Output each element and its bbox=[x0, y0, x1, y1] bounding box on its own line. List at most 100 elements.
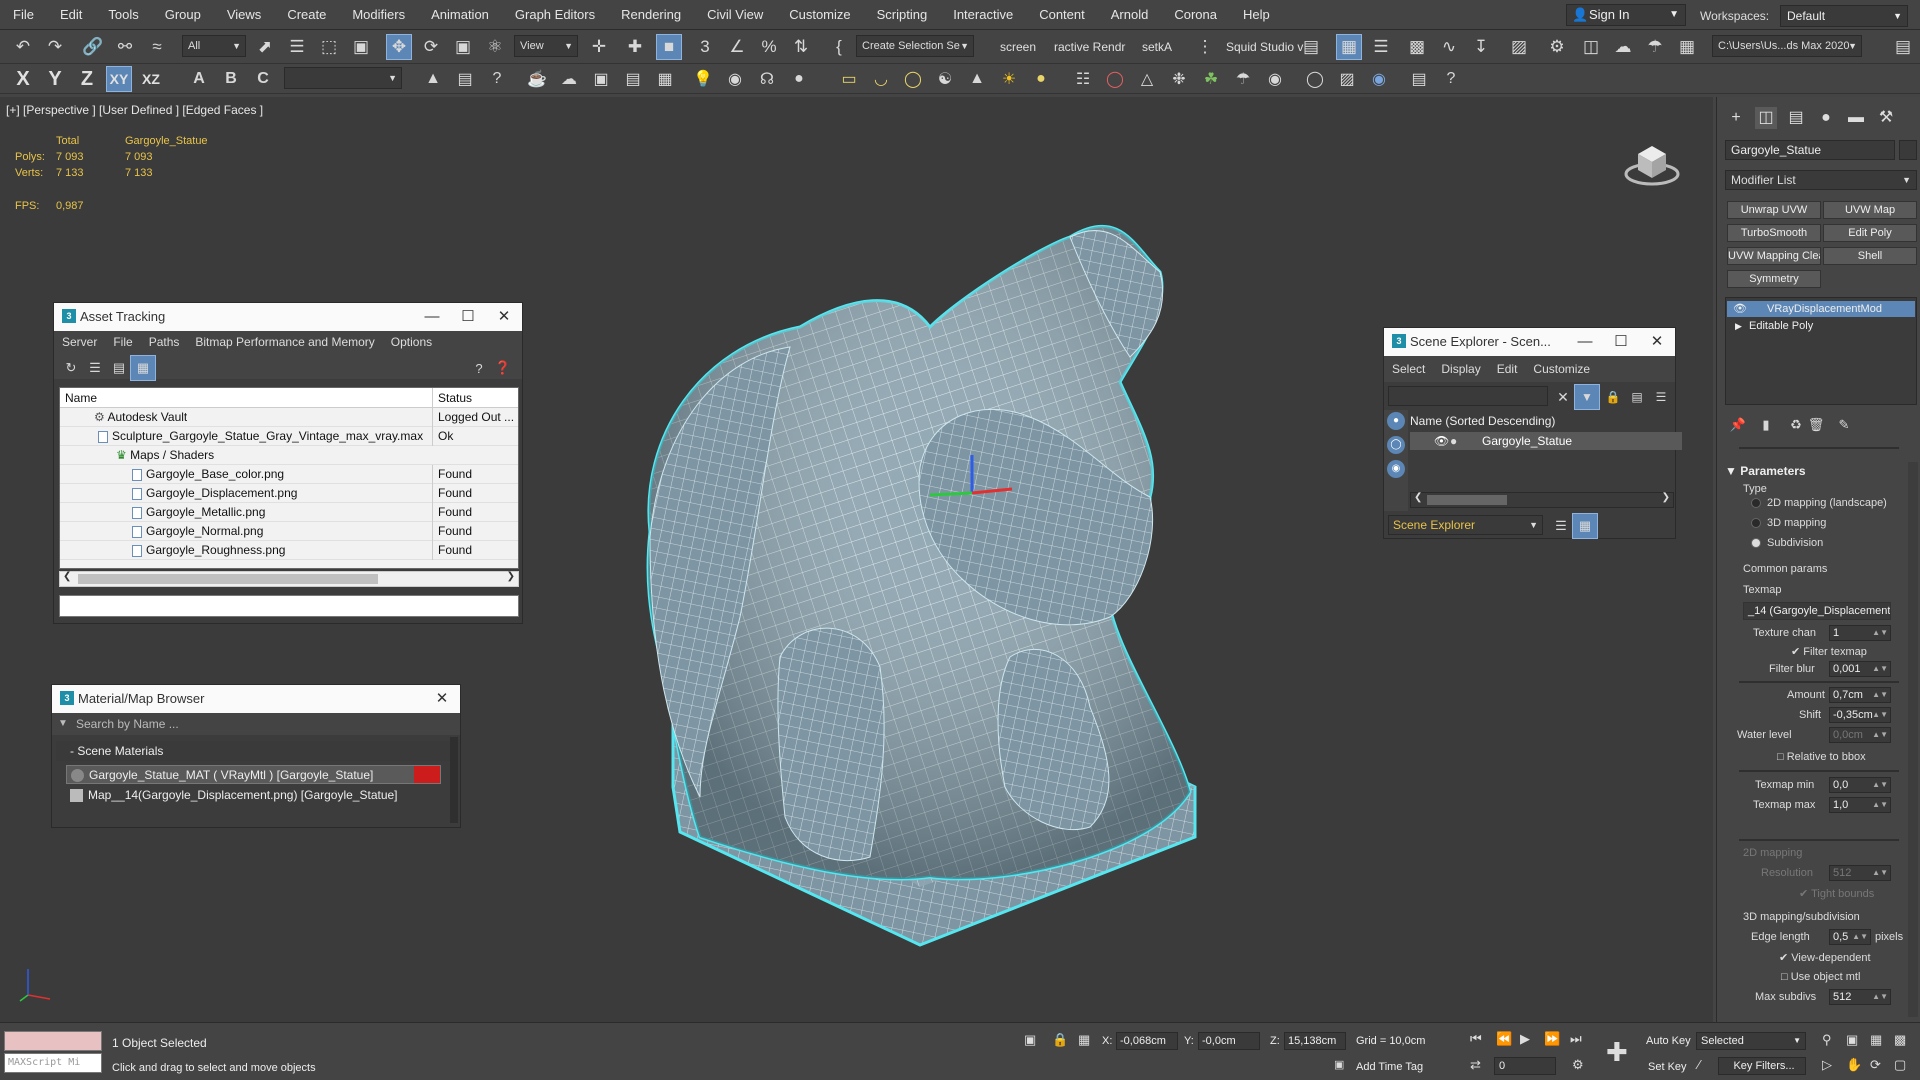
render-production-icon[interactable]: ☂ bbox=[1642, 34, 1668, 60]
squid-studio-icon[interactable]: ⋮ bbox=[1192, 34, 1218, 60]
grid-view-icon[interactable]: ▦ bbox=[130, 355, 156, 381]
screen-button[interactable]: screen bbox=[1000, 40, 1036, 54]
table-row[interactable]: Gargoyle_Displacement.png Found bbox=[60, 484, 518, 503]
radio-subdivision[interactable] bbox=[1751, 538, 1761, 548]
layers-icon[interactable]: ☰ bbox=[1368, 34, 1394, 60]
help-icon[interactable]: ? bbox=[466, 355, 492, 381]
squid-studio-button[interactable]: Squid Studio v bbox=[1226, 40, 1303, 54]
texmap-button[interactable]: _14 (Gargoyle_Displacement. bbox=[1743, 602, 1891, 620]
brush-preset-dropdown[interactable]: ▼ bbox=[284, 67, 402, 89]
add-time-tag-button[interactable]: Add Time Tag bbox=[1356, 1061, 1423, 1073]
scene-explorer-name-header[interactable]: Name (Sorted Descending) bbox=[1410, 412, 1682, 430]
scene-materials-section[interactable]: - Scene Materials bbox=[56, 741, 450, 761]
maxscript-listener-input[interactable] bbox=[4, 1031, 102, 1051]
menu-edit[interactable]: Edit bbox=[47, 0, 95, 30]
set-project-icon[interactable]: ▤ bbox=[1890, 34, 1916, 60]
rect-selection-icon[interactable]: ⬚ bbox=[316, 34, 342, 60]
redo-icon[interactable]: ↷ bbox=[42, 34, 68, 60]
camera-icon[interactable]: ◉ bbox=[722, 66, 748, 92]
select-place-icon[interactable]: ⚛ bbox=[482, 34, 508, 60]
proxy-icon[interactable]: △ bbox=[1134, 66, 1160, 92]
perspective-viewport[interactable]: [+] [Perspective ] [User Defined ] [Edge… bbox=[0, 97, 1713, 1022]
context-help-icon[interactable]: ❓ bbox=[490, 355, 516, 381]
render-grid-icon[interactable]: ▦ bbox=[1674, 34, 1700, 60]
dope-sheet-icon[interactable]: ↧ bbox=[1468, 34, 1494, 60]
object-color-swatch[interactable] bbox=[1899, 140, 1917, 160]
symmetry-button[interactable]: Symmetry bbox=[1727, 270, 1821, 288]
close-icon[interactable]: ✕ bbox=[424, 685, 460, 713]
material-list-scrollbar[interactable] bbox=[450, 737, 458, 823]
teapot-icon[interactable]: ☕ bbox=[524, 66, 550, 92]
sun-icon[interactable]: ☀ bbox=[996, 66, 1022, 92]
schematic-view-icon[interactable]: ▨ bbox=[1506, 34, 1532, 60]
field-of-view-icon[interactable]: ▷ bbox=[1822, 1057, 1832, 1073]
configure-sets-icon[interactable]: ✎ bbox=[1831, 412, 1857, 438]
close-icon[interactable]: ✕ bbox=[1639, 328, 1675, 356]
cone-light-icon[interactable]: ▲ bbox=[964, 66, 990, 92]
scene-object-row[interactable]: 👁 ● Gargoyle_Statue bbox=[1410, 432, 1682, 450]
texmap-max-spinner[interactable]: 1,0 ▲▼ bbox=[1829, 797, 1891, 813]
sign-in-dropdown[interactable]: 👤 Sign In ▼ bbox=[1566, 4, 1686, 26]
table-row[interactable]: Gargoyle_Metallic.png Found bbox=[60, 503, 518, 522]
plant-icon[interactable]: ☘ bbox=[1198, 66, 1224, 92]
angle-snap-icon[interactable]: ∠ bbox=[724, 34, 750, 60]
use-object-mtl-checkbox[interactable]: □ Use object mtl bbox=[1781, 971, 1860, 983]
axis-z-button[interactable]: Z bbox=[74, 66, 100, 92]
layer-explorer-icon[interactable]: ▤ bbox=[1298, 34, 1324, 60]
undo-icon[interactable]: ↶ bbox=[10, 34, 36, 60]
menu-customize[interactable]: Customize bbox=[776, 0, 863, 30]
object-icon[interactable]: ☂ bbox=[1230, 66, 1256, 92]
command-panel-scrollbar[interactable] bbox=[1908, 462, 1918, 1017]
shift-spinner[interactable]: -0,35cm ▲▼ bbox=[1829, 707, 1891, 723]
asset-menu-paths[interactable]: Paths bbox=[141, 335, 188, 349]
set-key-plus-icon[interactable]: ✚ bbox=[1606, 1037, 1628, 1068]
displacement-icon[interactable]: ◯ bbox=[1102, 66, 1128, 92]
reference-coord-dropdown[interactable]: View ▼ bbox=[514, 35, 578, 57]
filter-texmap-checkbox[interactable]: ✔ Filter texmap bbox=[1791, 645, 1867, 658]
spinner-snap-icon[interactable]: ⇅ bbox=[788, 34, 814, 60]
absolute-mode-icon[interactable]: ▦ bbox=[1078, 1032, 1090, 1048]
menu-modifiers[interactable]: Modifiers bbox=[339, 0, 418, 30]
material-editor-icon[interactable]: ⚙ bbox=[1544, 34, 1570, 60]
panel-icon[interactable]: ▤ bbox=[620, 66, 646, 92]
pin-stack-icon[interactable]: 📌 bbox=[1725, 412, 1751, 438]
layer-sort-icon[interactable]: ☰ bbox=[1548, 513, 1574, 539]
export-icon[interactable]: ▤ bbox=[1406, 66, 1432, 92]
asset-menu-options[interactable]: Options bbox=[383, 335, 440, 349]
object-name-field[interactable]: Gargoyle_Statue bbox=[1725, 140, 1895, 160]
select-scale-icon[interactable]: ▣ bbox=[450, 34, 476, 60]
relative-to-bbox-checkbox[interactable]: □ Relative to bbox bbox=[1777, 751, 1866, 763]
current-frame-field[interactable]: 0 bbox=[1494, 1057, 1556, 1075]
orbit-icon[interactable]: ⟳ bbox=[1870, 1057, 1881, 1073]
sound-icon[interactable]: ☊ bbox=[754, 66, 780, 92]
filter-blur-spinner[interactable]: 0,001 ▲▼ bbox=[1829, 661, 1891, 677]
menu-views[interactable]: Views bbox=[214, 0, 274, 30]
zoom-extents-icon[interactable]: ▦ bbox=[1870, 1032, 1882, 1048]
scroll-left-icon[interactable]: ❮ bbox=[63, 571, 71, 582]
frame-buffer-icon[interactable]: ▨ bbox=[1334, 66, 1360, 92]
edit-poly-button[interactable]: Edit Poly bbox=[1823, 224, 1917, 242]
show-end-result-icon[interactable]: ▮ bbox=[1753, 412, 1779, 438]
axis-xy-button[interactable]: XY bbox=[106, 66, 132, 92]
x-coord-field[interactable]: -0,068cm bbox=[1116, 1032, 1178, 1050]
menu-help[interactable]: Help bbox=[1230, 0, 1283, 30]
maximize-icon[interactable]: ☐ bbox=[1603, 328, 1639, 356]
scroll-right-icon[interactable]: ❯ bbox=[1662, 492, 1670, 503]
maxscript-mini-input[interactable]: MAXScript Mi bbox=[4, 1053, 102, 1073]
render-vray-icon[interactable]: ◉ bbox=[1366, 66, 1392, 92]
plane-light-icon[interactable]: ▭ bbox=[836, 66, 862, 92]
se-menu-select[interactable]: Select bbox=[1384, 362, 1433, 376]
scene-explorer-icon[interactable]: ▦ bbox=[1336, 34, 1362, 60]
selection-filter-dropdown[interactable]: All ▼ bbox=[182, 35, 246, 57]
workspace-dropdown[interactable]: Default ▼ bbox=[1780, 5, 1908, 27]
material-browser-titlebar[interactable]: 3 Material/Map Browser ✕ bbox=[52, 685, 460, 713]
asset-menu-bitmap[interactable]: Bitmap Performance and Memory bbox=[187, 335, 382, 349]
time-config-icon[interactable]: ⚙ bbox=[1572, 1057, 1584, 1073]
maximize-viewport-icon[interactable]: ▢ bbox=[1894, 1057, 1906, 1073]
menu-content[interactable]: Content bbox=[1026, 0, 1098, 30]
render-setup-icon[interactable]: ◫ bbox=[1578, 34, 1604, 60]
scatter-icon[interactable]: ❉ bbox=[1166, 66, 1192, 92]
grid-icon[interactable]: ▦ bbox=[652, 66, 678, 92]
view-dependent-checkbox[interactable]: ✔ View-dependent bbox=[1779, 951, 1871, 964]
select-manipulate-icon[interactable]: ✚ bbox=[622, 34, 648, 60]
